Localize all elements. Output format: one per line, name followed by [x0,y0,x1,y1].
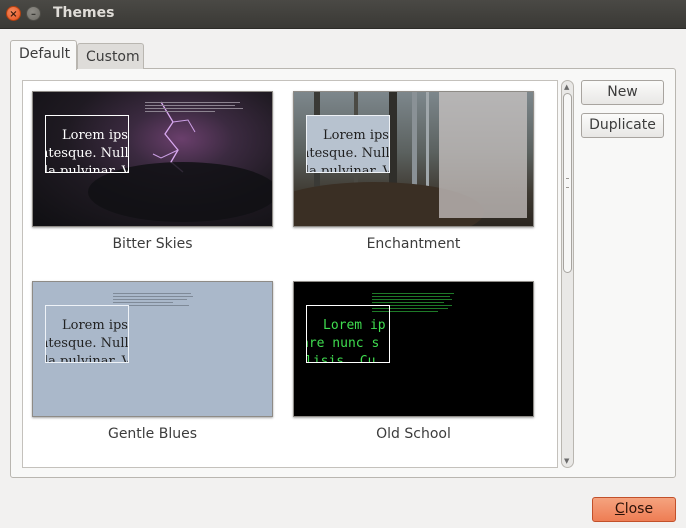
grip-icon [566,178,569,188]
scroll-down-arrow-icon[interactable]: ▼ [564,457,569,465]
scroll-up-arrow-icon[interactable]: ▲ [564,83,569,91]
window-close-button[interactable]: × [6,6,21,21]
theme-preview-old-school[interactable]: Lorem ip are nunc s lisis. Cu [293,281,534,417]
sample-text-box: Lorem ipsu ntesque. Nulla la pulvinar. V [45,115,129,173]
tab-default[interactable]: Default [10,40,77,70]
duplicate-button[interactable]: Duplicate [581,113,664,138]
theme-name: Enchantment [366,236,461,252]
theme-card-enchantment[interactable]: Lorem ipsu ntesque. Nulla la pulvinar. V… [293,91,534,252]
new-button[interactable]: New [581,80,664,105]
close-mnemonic: C [614,501,625,517]
theme-preview-bitter-skies[interactable]: Lorem ipsu ntesque. Nulla la pulvinar. V [32,91,273,227]
theme-name: Gentle Blues [107,426,198,442]
theme-name: Bitter Skies [112,236,193,252]
theme-preview-gentle-blues[interactable]: Lorem ipsu ntesque. Nulla la pulvinar. V [32,281,273,417]
sample-text-box: Lorem ipsu ntesque. Nulla la pulvinar. V [306,115,390,173]
theme-card-bitter-skies[interactable]: Lorem ipsu ntesque. Nulla la pulvinar. V… [32,91,273,252]
theme-preview-enchantment[interactable]: Lorem ipsu ntesque. Nulla la pulvinar. V [293,91,534,227]
close-button[interactable]: Close [592,497,676,522]
window-title: Themes [53,5,115,21]
text-panel [439,92,527,218]
window-minimize-button[interactable]: – [26,6,41,21]
theme-card-old-school[interactable]: Lorem ip are nunc s lisis. Cu Old School [293,281,534,442]
vertical-scrollbar[interactable]: ▲ ▼ [561,80,574,468]
theme-name: Old School [376,426,451,442]
close-label: lose [624,501,654,517]
tab-custom[interactable]: Custom [77,43,144,69]
scroll-thumb[interactable] [563,93,572,273]
theme-grid: Lorem ipsu ntesque. Nulla la pulvinar. V… [22,80,558,468]
sample-text-box: Lorem ip are nunc s lisis. Cu [306,305,390,363]
body-text-lines [145,102,245,114]
sample-text-box: Lorem ipsu ntesque. Nulla la pulvinar. V [45,305,129,363]
theme-card-gentle-blues[interactable]: Lorem ipsu ntesque. Nulla la pulvinar. V… [32,281,273,442]
title-bar: × – Themes [0,0,686,29]
